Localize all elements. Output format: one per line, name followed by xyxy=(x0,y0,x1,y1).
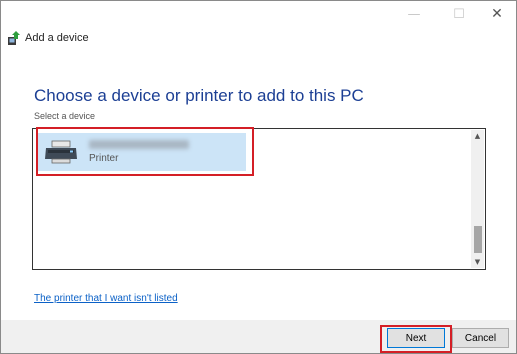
next-button-highlight-box xyxy=(380,325,452,353)
list-scrollbar[interactable]: ▲ ▼ xyxy=(471,130,484,268)
wizard-title: Add a device xyxy=(25,32,89,44)
page-title: Choose a device or printer to add to thi… xyxy=(34,86,364,105)
title-bar: — ☐ ✕ xyxy=(1,1,516,27)
wizard-header: Add a device xyxy=(7,29,89,47)
cancel-button[interactable]: Cancel xyxy=(452,328,509,348)
add-device-window: — ☐ ✕ Add a device Choose a device or pr… xyxy=(0,0,517,354)
scroll-down-icon[interactable]: ▼ xyxy=(471,257,484,267)
device-highlight-box xyxy=(36,127,254,176)
select-device-label: Select a device xyxy=(34,111,96,121)
printer-not-listed-link[interactable]: The printer that I want isn't listed xyxy=(34,293,178,304)
close-icon[interactable]: ✕ xyxy=(477,1,517,27)
scroll-up-icon[interactable]: ▲ xyxy=(471,131,484,141)
add-device-icon xyxy=(7,30,21,46)
maximize-icon[interactable]: ☐ xyxy=(439,1,479,27)
scroll-thumb[interactable] xyxy=(474,226,482,253)
minimize-icon[interactable]: — xyxy=(394,1,434,27)
